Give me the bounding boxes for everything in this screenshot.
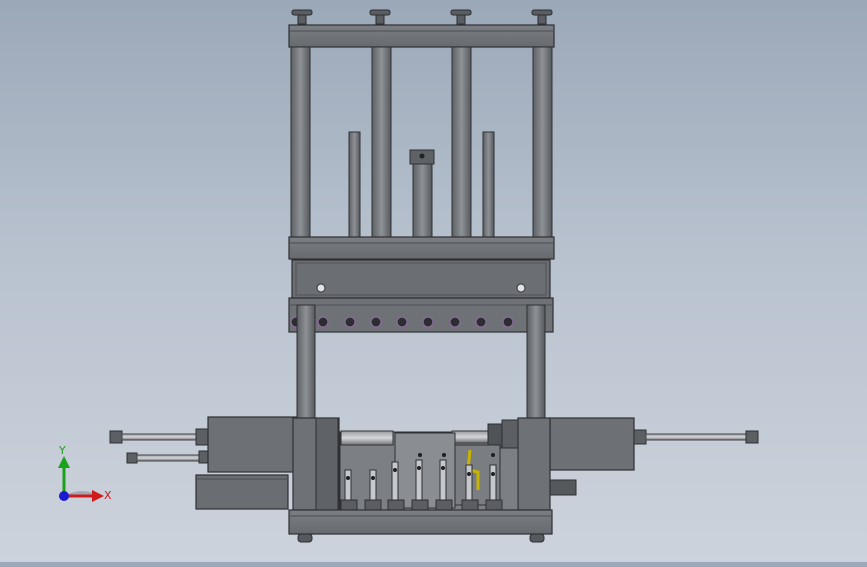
machine-model: Y X (58, 9, 759, 543)
punch-holes (290, 316, 514, 328)
axis-triad[interactable]: Y X (58, 444, 112, 502)
x-axis-label: X (104, 489, 112, 502)
top-frame (288, 9, 555, 260)
z-axis-dot (59, 491, 69, 501)
middle-plate (288, 259, 554, 333)
top-knobs (291, 9, 553, 25)
y-axis-label: Y (58, 444, 66, 457)
cad-viewport[interactable]: Y X (0, 0, 867, 562)
right-cylinder-assembly (549, 417, 759, 496)
left-cylinder-assembly (109, 416, 297, 510)
lower-body (288, 417, 553, 543)
